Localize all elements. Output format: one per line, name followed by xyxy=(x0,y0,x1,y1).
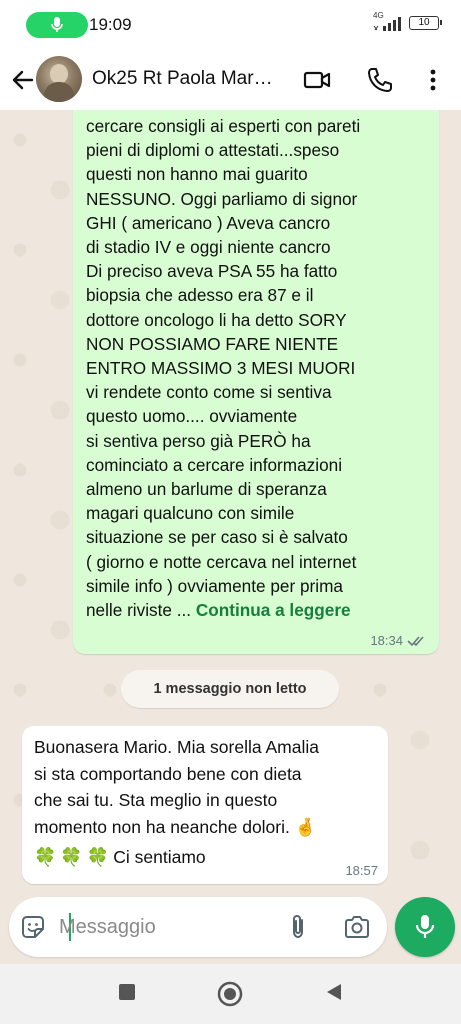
message-input[interactable] xyxy=(59,911,279,943)
clover-icon: 🍀 xyxy=(34,847,57,867)
incoming-line: momento non ha neanche dolori. 🤞 xyxy=(34,816,317,837)
avatar[interactable] xyxy=(36,56,82,102)
incoming-last-line: 🍀 🍀 🍀 Ci sentiamo xyxy=(34,844,378,871)
status-indicators: 4G 10 xyxy=(373,11,442,32)
video-call-icon[interactable] xyxy=(303,66,331,94)
outgoing-message[interactable]: cercare consigli ai esperti con pareti p… xyxy=(73,110,439,654)
battery-icon: 10 xyxy=(409,16,442,30)
back-arrow-icon[interactable] xyxy=(10,67,36,93)
incoming-line: si sta comportando bene con dieta xyxy=(34,763,302,784)
incoming-sign-off: Ci sentiamo xyxy=(113,847,206,867)
status-time: 19:09 xyxy=(89,15,132,34)
network-type: 4G xyxy=(373,11,384,20)
chat-header: Ok25 Rt Paola Mar… xyxy=(0,50,461,110)
incoming-line: che sai tu. Sta meglio in questo xyxy=(34,790,278,810)
clover-icon: 🍀 xyxy=(60,847,83,867)
back-triangle-icon[interactable] xyxy=(324,982,344,1002)
incoming-time: 18:57 xyxy=(345,863,378,878)
message-body: cercare consigli ai esperti con pareti p… xyxy=(86,116,361,621)
outgoing-meta: 18:34 xyxy=(370,633,427,648)
system-nav-bar xyxy=(0,964,461,1024)
outgoing-time: 18:34 xyxy=(370,633,403,648)
voice-message-button[interactable] xyxy=(395,897,455,957)
mic-active-indicator xyxy=(26,12,88,38)
chat-title[interactable]: Ok25 Rt Paola Mar… xyxy=(92,68,292,90)
read-more-link[interactable]: Continua a leggere xyxy=(196,600,351,620)
more-vert-icon[interactable] xyxy=(419,66,447,94)
sticker-icon[interactable] xyxy=(19,913,47,941)
battery-level: 10 xyxy=(418,17,430,28)
attachment-icon[interactable] xyxy=(285,913,311,941)
outgoing-message-text: cercare consigli ai esperti con pareti p… xyxy=(86,114,429,622)
incoming-line: Buonasera Mario. Mia sorella Amalia xyxy=(34,737,319,757)
microphone-icon xyxy=(415,915,435,938)
microphone-icon xyxy=(51,17,63,32)
camera-icon[interactable] xyxy=(343,913,371,941)
phone-icon[interactable] xyxy=(366,66,394,94)
chat-area[interactable]: cercare consigli ai esperti con pareti p… xyxy=(0,110,461,896)
clover-icon: 🍀 xyxy=(86,847,110,867)
recents-icon[interactable] xyxy=(117,982,137,1002)
home-icon[interactable] xyxy=(216,980,244,1008)
status-bar: 19:09 4G 10 xyxy=(0,0,461,50)
signal-icon: 4G xyxy=(373,11,403,32)
unread-banner: 1 messaggio non letto xyxy=(121,670,339,708)
incoming-message[interactable]: Buonasera Mario. Mia sorella Amalia si s… xyxy=(22,726,388,884)
message-composer xyxy=(9,897,387,957)
double-check-icon xyxy=(407,635,424,646)
